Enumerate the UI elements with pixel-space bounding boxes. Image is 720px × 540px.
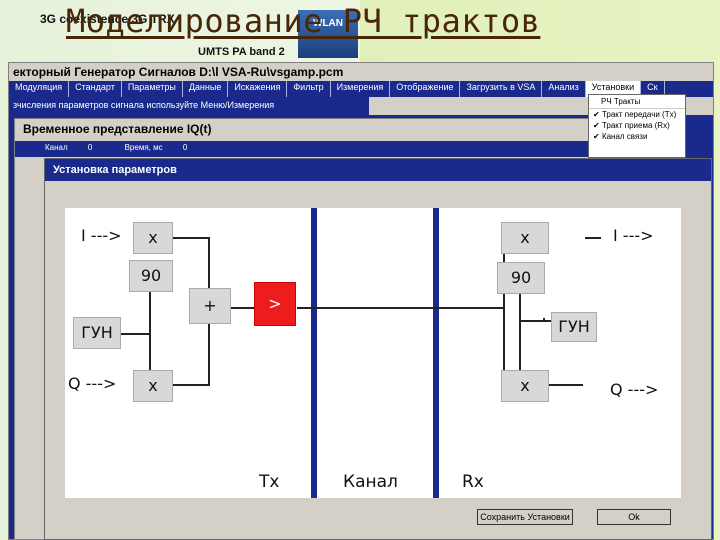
menu-data[interactable]: Данные (183, 81, 229, 97)
dropdown-item-tx[interactable]: ✔ Тракт передачи (Tx) (589, 109, 685, 120)
wire (173, 237, 209, 239)
check-icon: ✔ (593, 121, 600, 130)
time-label: Время, мс (124, 143, 163, 152)
iq-status-strip: Канал 0 Время, мс 0 (15, 141, 673, 157)
menu-filter[interactable]: Фильтр (287, 81, 331, 97)
wire (121, 333, 149, 335)
wire (173, 384, 209, 386)
menu-modulation[interactable]: Модуляция (9, 81, 70, 97)
menu-display[interactable]: Отображение (390, 81, 461, 97)
background-text: UMTS PA band 2 (198, 46, 285, 58)
rx-phase-shifter[interactable]: 90 (497, 262, 545, 294)
channel-label: Канал (343, 472, 398, 492)
wire (543, 318, 545, 322)
i-output-label: I ---> (613, 226, 654, 245)
dropdown-item-label: Тракт передачи (Tx) (601, 110, 677, 119)
iq-window-title: Временное представление IQ(t) (15, 119, 673, 141)
slide-title: Моделирование РЧ трактов (66, 2, 541, 40)
wire (149, 292, 151, 370)
hint-text: зчисления параметров сигнала используйте… (9, 97, 369, 115)
dropdown-item-rx[interactable]: ✔ Тракт приема (Rx) (589, 120, 685, 131)
rx-mixer-q[interactable]: x (501, 370, 549, 402)
rx-label: Rx (462, 472, 484, 492)
channel-section[interactable] (317, 208, 433, 498)
tx-mixer-i[interactable]: x (133, 222, 173, 254)
dropdown-header[interactable]: РЧ Тракты (589, 95, 685, 109)
wire (585, 237, 601, 239)
dialog-title: Установка параметров (45, 159, 711, 181)
ok-button[interactable]: Ok (597, 509, 671, 525)
q-output-label: Q ---> (610, 380, 659, 399)
wire (297, 307, 505, 309)
tx-adder[interactable]: + (189, 288, 231, 324)
parameters-dialog: Установка параметров I ---> x 90 ГУН Q -… (44, 158, 712, 540)
menu-standard[interactable]: Стандарт (69, 81, 122, 97)
tx-mixer-q[interactable]: x (133, 370, 173, 402)
menu-parameters[interactable]: Параметры (122, 81, 183, 97)
tx-oscillator[interactable]: ГУН (73, 317, 121, 349)
check-icon: ✔ (593, 110, 600, 119)
main-window-title: екторный Генератор Сигналов D:\l VSA-Ru\… (9, 63, 713, 81)
settings-dropdown: РЧ Тракты ✔ Тракт передачи (Tx) ✔ Тракт … (588, 94, 686, 158)
save-settings-button[interactable]: Сохранить Установки (477, 509, 573, 525)
dropdown-item-label: Канал связи (601, 132, 648, 141)
i-input-label: I ---> (81, 226, 122, 245)
menu-analysis[interactable]: Анализ (542, 81, 586, 97)
q-input-label: Q ---> (68, 374, 117, 393)
rx-section[interactable] (439, 208, 681, 498)
wire (543, 384, 583, 386)
dropdown-item-channel[interactable]: ✔ Канал связи (589, 131, 685, 142)
tx-amplifier[interactable]: > (254, 282, 296, 326)
channel-value: 0 (87, 143, 93, 152)
rx-oscillator[interactable]: ГУН (551, 312, 597, 342)
rx-mixer-i[interactable]: x (501, 222, 549, 254)
tx-section[interactable] (65, 208, 311, 498)
wire (503, 237, 505, 386)
channel-label: Канал (45, 143, 68, 152)
dropdown-item-label: Тракт приема (Rx) (601, 121, 670, 130)
rf-block-diagram: I ---> x 90 ГУН Q ---> x + > Tx Канал x … (65, 208, 681, 498)
menu-measurements[interactable]: Измерения (331, 81, 391, 97)
tx-label: Tx (259, 472, 280, 492)
time-value: 0 (182, 143, 188, 152)
menu-distortions[interactable]: Искажения (228, 81, 288, 97)
wire (519, 292, 521, 370)
menu-load-vsa[interactable]: Загрузить в VSA (460, 81, 543, 97)
check-icon: ✔ (593, 132, 600, 141)
tx-phase-shifter[interactable]: 90 (129, 260, 173, 292)
